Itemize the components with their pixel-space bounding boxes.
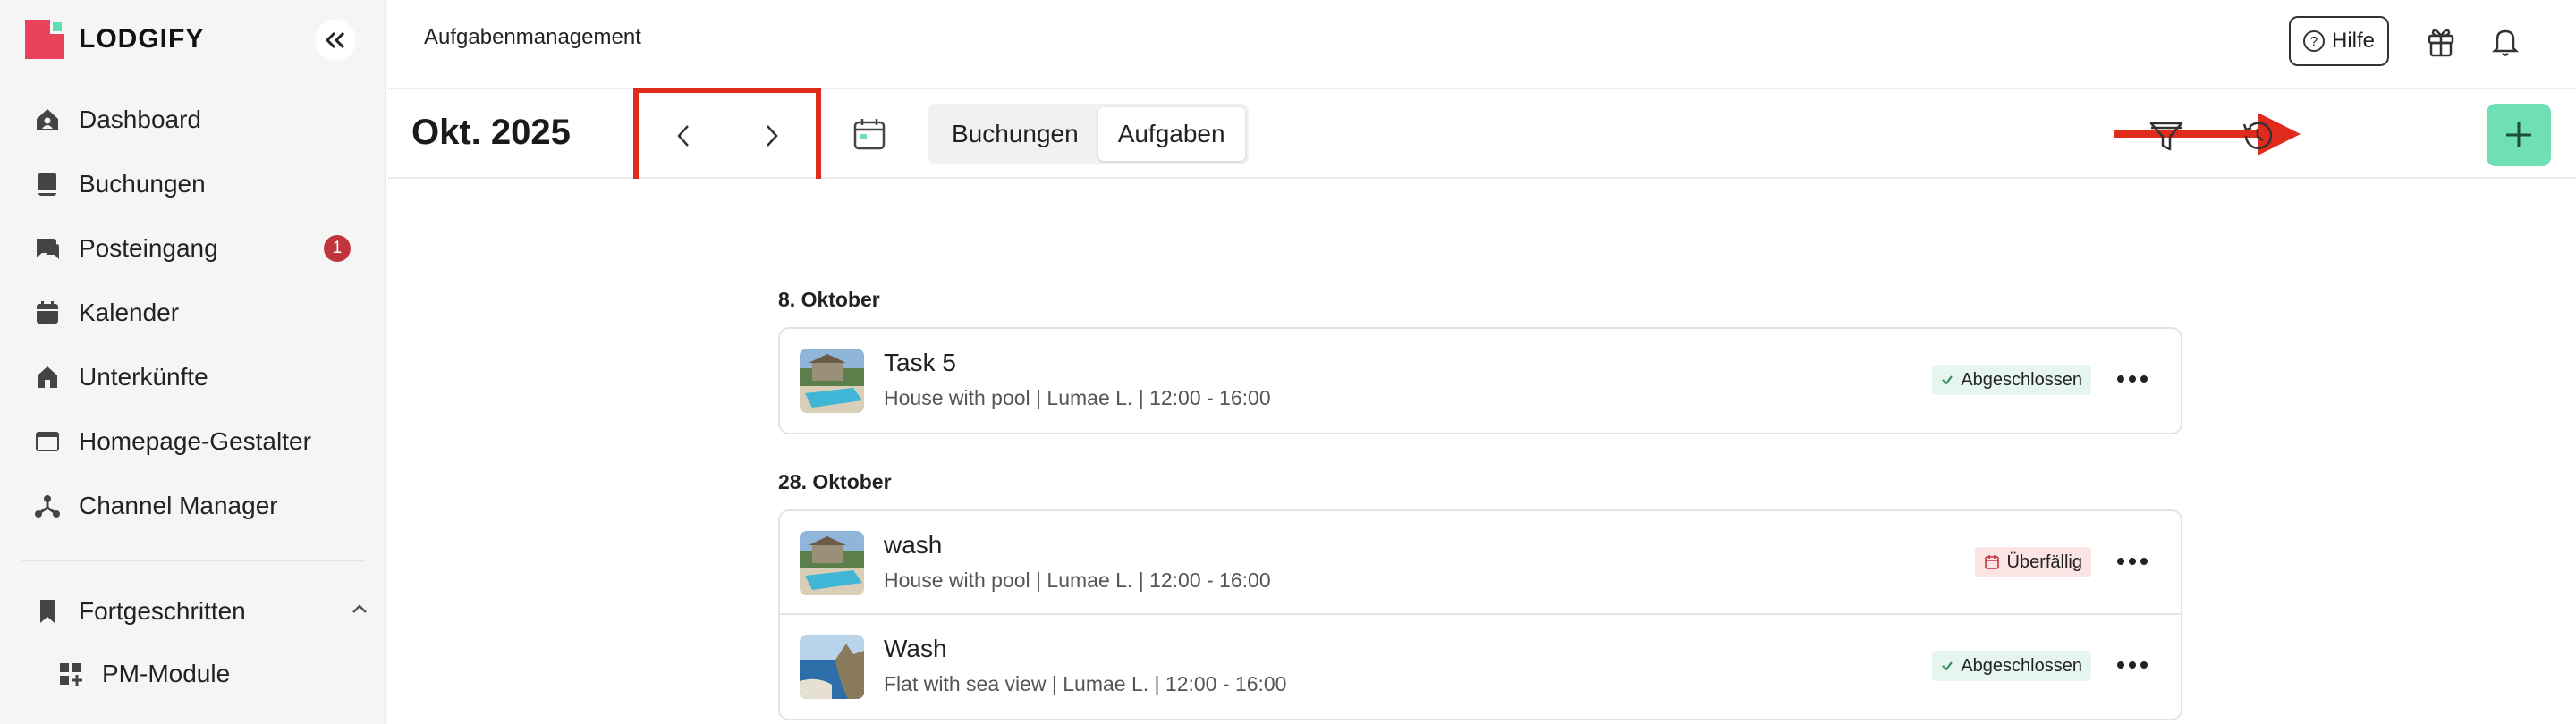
task-details: Flat with sea view | Lumae L. | 12:00 - … xyxy=(884,672,1287,695)
calendar-alert-icon xyxy=(1984,555,1999,569)
tab-buchungen[interactable]: Buchungen xyxy=(932,107,1098,161)
task-name: wash xyxy=(884,531,943,559)
sidebar-item-label: Unterkünfte xyxy=(79,363,208,391)
sidebar-item-dashboard[interactable]: Dashboard xyxy=(32,98,363,141)
chevron-right-icon xyxy=(766,125,778,147)
day-heading: 28. Oktober xyxy=(778,470,892,493)
logo-icon xyxy=(25,20,64,59)
sidebar-item-kalender[interactable]: Kalender xyxy=(32,291,363,334)
property-thumbnail-pool xyxy=(800,349,864,413)
chevron-up-icon xyxy=(351,597,369,620)
task-details: House with pool | Lumae L. | 12:00 - 16:… xyxy=(884,386,1271,409)
sidebar-item-label: Homepage-Gestalter xyxy=(79,427,311,455)
browser-icon xyxy=(32,426,63,457)
help-label: Hilfe xyxy=(2331,29,2375,53)
plus-icon xyxy=(2506,122,2531,147)
toolbar: Okt. 2025 Buchungen Aufgaben xyxy=(388,88,2576,184)
tab-aufgaben[interactable]: Aufgaben xyxy=(1097,107,1245,161)
next-month-button[interactable] xyxy=(750,114,794,158)
sidebar-item-buchungen[interactable]: Buchungen xyxy=(32,163,363,206)
day-task-group: Task 5 House with pool | Lumae L. | 12:0… xyxy=(778,327,2182,434)
gift-icon[interactable] xyxy=(2421,21,2461,61)
previous-month-button[interactable] xyxy=(661,114,706,158)
task-row[interactable]: Wash Flat with sea view | Lumae L. | 12:… xyxy=(780,615,2181,719)
sidebar-divider xyxy=(21,560,365,561)
page-breadcrumb: Aufgabenmanagement xyxy=(424,25,641,49)
chevron-left-icon xyxy=(676,125,689,147)
status-badge: Überfällig xyxy=(1974,547,2091,577)
sidebar: LODGIFY Dashboard Buchungen Posteingang … xyxy=(0,0,386,724)
top-header: Aufgabenmanagement ? Hilfe xyxy=(388,0,2576,89)
grid-plus-icon xyxy=(55,659,86,689)
book-icon xyxy=(32,169,63,199)
help-button[interactable]: ? Hilfe xyxy=(2289,16,2389,66)
check-icon xyxy=(1942,375,1953,385)
status-badge: Abgeschlossen xyxy=(1932,651,2091,681)
logo-text: LODGIFY xyxy=(79,24,205,54)
sidebar-item-pm-module[interactable]: PM-Module xyxy=(55,652,386,695)
sidebar-item-label: Dashboard xyxy=(79,105,201,133)
sidebar-item-label: Buchungen xyxy=(79,170,206,198)
network-icon xyxy=(32,491,63,521)
calendar-today-icon xyxy=(853,119,886,150)
day-task-group: wash House with pool | Lumae L. | 12:00 … xyxy=(778,509,2182,720)
bell-icon[interactable] xyxy=(2486,21,2525,61)
status-label: Abgeschlossen xyxy=(1961,369,2082,390)
bookmark-icon xyxy=(32,596,63,627)
sidebar-section-fortgeschritten[interactable]: Fortgeschritten xyxy=(32,590,367,633)
history-icon xyxy=(2242,122,2273,150)
double-chevron-left-icon xyxy=(325,31,345,49)
more-options-button[interactable] xyxy=(2111,363,2154,395)
unread-badge: 1 xyxy=(324,235,351,262)
sidebar-item-label: Channel Manager xyxy=(79,492,278,519)
task-name: Wash xyxy=(884,635,947,662)
sidebar-item-posteingang[interactable]: Posteingang 1 xyxy=(32,227,363,270)
check-icon xyxy=(1942,661,1953,671)
lodgify-logo[interactable]: LODGIFY xyxy=(25,20,204,59)
sidebar-item-unterkuenfte[interactable]: Unterkünfte xyxy=(32,356,363,399)
home-icon xyxy=(32,105,63,135)
date-picker-button[interactable] xyxy=(850,114,889,154)
sidebar-item-label: Posteingang xyxy=(79,234,218,262)
day-heading: 8. Oktober xyxy=(778,288,880,311)
task-name: Task 5 xyxy=(884,349,956,376)
task-details: House with pool | Lumae L. | 12:00 - 16:… xyxy=(884,568,1271,592)
property-thumbnail-pool xyxy=(800,531,864,595)
question-circle-icon: ? xyxy=(2302,30,2325,52)
status-badge: Abgeschlossen xyxy=(1932,365,2091,395)
chat-icon xyxy=(32,233,63,264)
more-options-button[interactable] xyxy=(2111,649,2154,681)
task-list: 8. Oktober Task 5 House with pool | Luma… xyxy=(388,179,2576,724)
calendar-icon xyxy=(32,298,63,328)
sidebar-item-label: Kalender xyxy=(79,299,180,326)
add-task-button[interactable] xyxy=(2487,104,2551,166)
current-month-title: Okt. 2025 xyxy=(411,113,571,152)
history-button[interactable] xyxy=(2236,114,2279,157)
sidebar-section-label: Fortgeschritten xyxy=(79,597,246,625)
month-navigation xyxy=(633,88,821,184)
house-icon xyxy=(32,362,63,392)
sidebar-item-label: PM-Module xyxy=(102,660,231,687)
sidebar-item-channel-manager[interactable]: Channel Manager xyxy=(32,484,363,527)
property-thumbnail-sea xyxy=(800,635,864,699)
sidebar-item-homepage-gestalter[interactable]: Homepage-Gestalter xyxy=(32,420,363,463)
filter-button[interactable] xyxy=(2145,114,2188,157)
filter-icon xyxy=(2149,122,2183,151)
view-switcher: Buchungen Aufgaben xyxy=(928,104,1249,164)
collapse-sidebar-button[interactable] xyxy=(315,20,356,61)
more-options-button[interactable] xyxy=(2111,545,2154,577)
status-label: Überfällig xyxy=(2006,551,2082,572)
status-label: Abgeschlossen xyxy=(1961,655,2082,676)
task-row[interactable]: Task 5 House with pool | Lumae L. | 12:0… xyxy=(780,329,2181,433)
task-row[interactable]: wash House with pool | Lumae L. | 12:00 … xyxy=(780,511,2181,615)
